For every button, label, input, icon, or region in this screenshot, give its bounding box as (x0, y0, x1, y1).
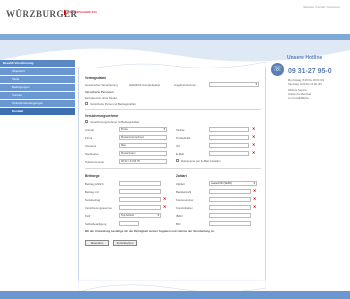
lastname-label: Nachname (85, 152, 99, 156)
street-label: Straße (176, 128, 185, 132)
sidebar: Bezahlt Versicherung Übersicht Tarife Be… (0, 60, 75, 116)
salutation-label: Anrede (85, 128, 95, 132)
account-number-input[interactable] (209, 197, 251, 202)
submit-button[interactable]: Absenden (85, 240, 109, 246)
email-docs-checkbox[interactable] (176, 159, 179, 162)
account-number-label: Kontonummer (176, 198, 194, 202)
error-icon: ✕ (253, 204, 257, 209)
net-premium-label: Nettobeitrag (85, 198, 101, 202)
sum-insured-input[interactable] (119, 205, 161, 210)
hotline-link-3[interactable]: zur Kontaktfläche (288, 97, 309, 100)
sidebar-item-overview[interactable]: Übersicht (0, 68, 75, 76)
top-links[interactable]: Startseite | Kontakt | Impressum (303, 6, 340, 9)
error-icon: ✕ (252, 126, 256, 131)
error-icon: ✕ (163, 196, 167, 201)
sidebar-item-tariffs[interactable]: Tarife (0, 76, 75, 84)
iban-input[interactable] (209, 213, 251, 218)
city-label: Ort (176, 144, 180, 148)
net-premium-input[interactable] (119, 197, 161, 202)
premium-yearly-label: Beitrag jährlich (85, 182, 104, 186)
offer-label: Angebotsnummer (174, 83, 197, 87)
error-icon: ✕ (252, 150, 256, 155)
sidebar-item-benefits[interactable]: Vorteile (0, 92, 75, 100)
footer-bar (0, 291, 350, 299)
hotline-panel: Unsere Hotline ☏ 09 31-27 95-0 Mo-Freita… (271, 55, 347, 125)
hotline-hours-2: Samstag: 9:00 bis 13:00 Uhr (288, 83, 323, 86)
city-input[interactable] (209, 143, 249, 148)
policyholder-label: Versicherungsnehmer ist Beitragszahler (90, 120, 140, 124)
deductible-label: Selbstbeteiligung (85, 222, 107, 226)
phone-input[interactable]: 06 02 / 34 56 78 (119, 159, 167, 164)
email-label: E-Mail (176, 152, 184, 156)
company-label: Firma (85, 136, 93, 140)
reset-button[interactable]: Zurücksetzen (113, 240, 137, 246)
sidebar-item-heading[interactable]: Bezahlt Versicherung (0, 60, 75, 68)
hotline-title: Unsere Hotline (287, 55, 323, 61)
error-icon: ✕ (252, 134, 256, 139)
form-panel: Vertragsdaten Gewünschte Versicherung Ha… (78, 68, 266, 284)
zip-input[interactable] (209, 135, 249, 140)
divider (85, 109, 261, 110)
payer-label: Versicherte Person ist Beitragszahler (90, 102, 136, 106)
persons-label: Versicherte Personen (85, 90, 114, 94)
error-icon: ✕ (163, 204, 167, 209)
hotline-link-2[interactable]: Online-Kundenchat (288, 93, 311, 96)
iban-label: IBAN (176, 214, 183, 218)
payment-type-label: Zahlart (176, 182, 185, 186)
bic-input[interactable] (209, 221, 251, 226)
zip-label: Postleitzahl (176, 136, 191, 140)
hotline-number[interactable]: 09 31-27 95-0 (288, 68, 332, 75)
consent-note: Mit der Anmeldung bestätige ich die Rich… (85, 229, 215, 233)
sidebar-item-conditions[interactable]: Bedingungen (0, 84, 75, 92)
tariff-select[interactable]: Top-Schutz (119, 213, 161, 218)
section-premiums: Beitraege (85, 174, 100, 178)
phone-icon: ☏ (271, 63, 284, 76)
offer-select[interactable] (209, 82, 259, 87)
persons-value: Einzelperson ohne Kinder (85, 96, 118, 100)
firstname-label: Vorname (85, 144, 97, 148)
premium-monthly-input[interactable] (119, 189, 161, 194)
error-icon: ✕ (253, 188, 257, 193)
section-policyholder: Versicherungsnehmer (85, 114, 119, 118)
email-input[interactable] (209, 151, 249, 156)
salutation-select[interactable]: Firma (119, 127, 167, 132)
account-holder-label: Kontoinhaber (176, 206, 193, 210)
divider (85, 168, 261, 169)
section-payment: Zahlart (176, 174, 187, 178)
bank-code-label: Bankleitzahl (176, 190, 192, 194)
sum-insured-label: Versicherungssumme (85, 206, 112, 210)
hotline-hours-1: Mo-Freitag: 8:00 bis 18:00 Uhr (288, 79, 325, 82)
logo-subtitle: DIE VERSICHERUNG (64, 10, 97, 15)
street-input[interactable] (209, 127, 249, 132)
policyholder-checkbox[interactable] (85, 120, 88, 123)
section-contract: Vertragsdaten (85, 76, 107, 80)
error-icon: ✕ (253, 196, 257, 201)
tariff-label: Tarif (85, 214, 91, 218)
insurance-label: Gewünschte Versicherung (85, 83, 118, 87)
deductible-input[interactable] (119, 221, 139, 226)
sidebar-item-terms[interactable]: Teilnahmebedingungen (0, 100, 75, 108)
header: WÜRZBURGER DIE VERSICHERUNG Startseite |… (0, 0, 350, 32)
premium-yearly-input[interactable] (119, 181, 161, 186)
email-docs-label: Dokumente per E-Mail zustellen (181, 159, 221, 163)
hotline-link-1[interactable]: Weitere Service (288, 89, 307, 92)
bank-code-input[interactable] (209, 189, 251, 194)
company-input[interactable]: Musterunternehmen (119, 135, 167, 140)
payment-type-select[interactable]: Lastschrift (SEPA) (209, 181, 257, 186)
lastname-input[interactable]: Mustermann (119, 151, 167, 156)
error-icon: ✕ (252, 142, 256, 147)
phone-label: Telefonnummer (85, 160, 105, 164)
insurance-value: Haftpflicht Komplettpaket (129, 83, 161, 87)
bic-label: BIC (176, 222, 181, 226)
sidebar-item-contact[interactable]: Kontakt (0, 108, 75, 116)
firstname-input[interactable]: Max (119, 143, 167, 148)
premium-monthly-label: Beitrag mtl. (85, 190, 100, 194)
account-holder-input[interactable] (209, 205, 251, 210)
payer-checkbox[interactable] (85, 102, 88, 105)
